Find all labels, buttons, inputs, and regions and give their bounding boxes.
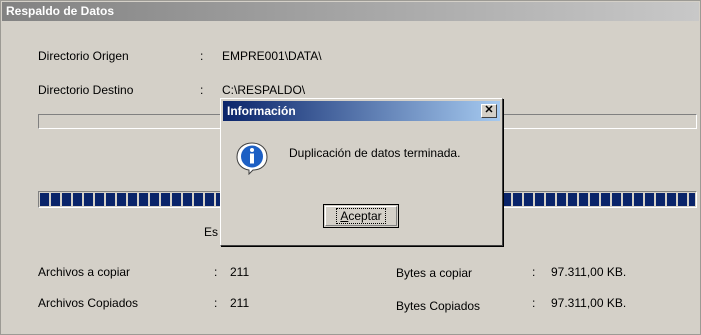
destino-value: C:\RESPALDO\ xyxy=(222,83,306,97)
bytes-copiar-colon: : xyxy=(532,265,536,279)
archivos-copiar-value: 211 xyxy=(230,265,250,279)
info-icon xyxy=(236,142,268,175)
dialog-title: Información xyxy=(227,104,296,118)
accept-label-rest: ceptar xyxy=(348,209,382,223)
archivos-copiar-colon: : xyxy=(214,265,218,279)
archivos-copiados-label: Archivos Copiados xyxy=(38,296,139,310)
bytes-copiados-colon: : xyxy=(532,296,536,310)
destino-label: Directorio Destino xyxy=(38,83,134,97)
destino-colon: : xyxy=(200,83,204,97)
origen-label: Directorio Origen xyxy=(38,49,129,63)
archivos-copiados-colon: : xyxy=(214,296,218,310)
bytes-copiados-label: Bytes Copiados xyxy=(396,299,481,313)
origen-colon: : xyxy=(200,49,204,63)
accept-button-label: Aceptar xyxy=(336,208,386,224)
dialog-message: Duplicación de datos terminada. xyxy=(289,146,461,160)
archivos-copiados-value: 211 xyxy=(230,296,250,310)
info-dialog: Información ✕ Duplicación de datos termi… xyxy=(220,98,503,246)
window-title: Respaldo de Datos xyxy=(2,2,699,21)
close-icon: ✕ xyxy=(484,104,494,116)
status-text: Es xyxy=(204,225,219,239)
origen-value: EMPRE001\DATA\ xyxy=(222,49,322,63)
archivos-copiar-label: Archivos a copiar xyxy=(38,265,131,279)
dialog-close-button[interactable]: ✕ xyxy=(481,104,497,118)
accept-button-face: Aceptar xyxy=(325,206,397,226)
bytes-copiar-label: Bytes a copiar xyxy=(396,266,473,280)
bytes-copiar-value: 97.311,00 KB. xyxy=(551,265,627,279)
bytes-copiados-value: 97.311,00 KB. xyxy=(551,296,627,310)
accept-button[interactable]: Aceptar xyxy=(323,204,399,228)
dialog-titlebar: Información ✕ xyxy=(223,101,500,121)
